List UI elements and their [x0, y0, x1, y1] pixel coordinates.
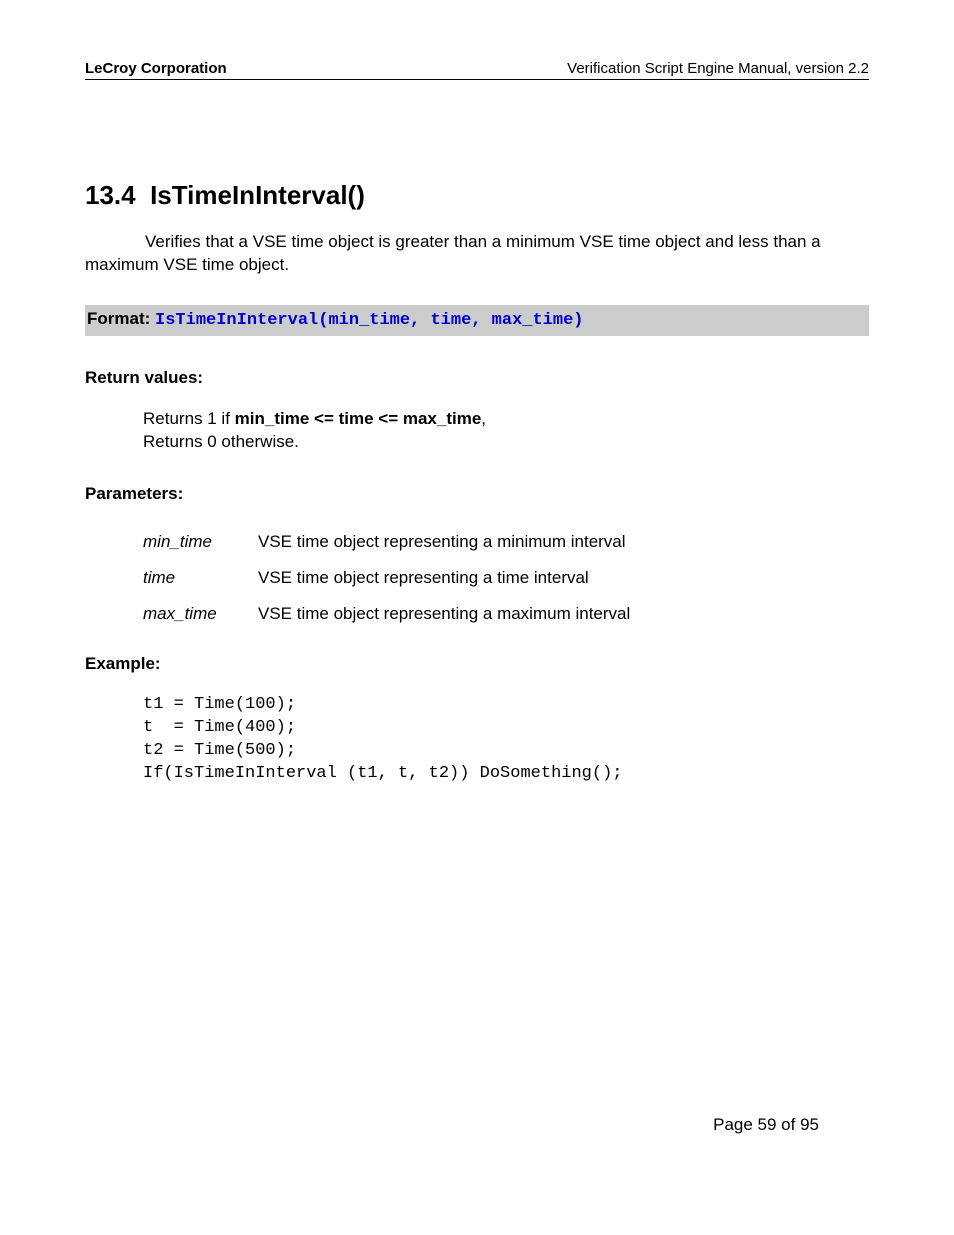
document-page: LeCroy Corporation Verification Script E… [0, 0, 954, 1235]
param-name: min_time [143, 524, 258, 560]
example-code-block: t1 = Time(100); t = Time(400); t2 = Time… [143, 694, 869, 786]
page-header: LeCroy Corporation Verification Script E… [85, 60, 869, 77]
return-values-heading: Return values: [85, 368, 869, 388]
page-footer: Page 59 of 95 [713, 1115, 819, 1135]
table-row: max_time VSE time object representing a … [143, 596, 630, 632]
header-rule [85, 79, 869, 80]
example-heading: Example: [85, 654, 869, 674]
return-values-block: Returns 1 if min_time <= time <= max_tim… [85, 408, 869, 454]
param-name: max_time [143, 596, 258, 632]
parameters-table: min_time VSE time object representing a … [143, 524, 630, 632]
section-number: 13.4 [85, 180, 136, 210]
return-line1-suffix: , [481, 409, 486, 428]
format-code: IsTimeInInterval(min_time, time, max_tim… [155, 311, 583, 330]
table-row: time VSE time object representing a time… [143, 560, 630, 596]
parameters-heading: Parameters: [85, 484, 869, 504]
param-name: time [143, 560, 258, 596]
return-line2: Returns 0 otherwise. [143, 432, 299, 451]
intro-text: Verifies that a VSE time object is great… [85, 232, 821, 274]
return-line1-condition: min_time <= time <= max_time [235, 409, 482, 428]
return-line1-prefix: Returns 1 if [143, 409, 235, 428]
format-bar: Format: IsTimeInInterval(min_time, time,… [85, 305, 869, 336]
param-desc: VSE time object representing a minimum i… [258, 524, 630, 560]
section-title-text: IsTimeInInterval() [150, 180, 365, 210]
param-desc: VSE time object representing a maximum i… [258, 596, 630, 632]
param-desc: VSE time object representing a time inte… [258, 560, 630, 596]
intro-paragraph: Verifies that a VSE time object is great… [85, 231, 869, 277]
table-row: min_time VSE time object representing a … [143, 524, 630, 560]
header-company: LeCroy Corporation [85, 60, 227, 77]
format-label: Format: [87, 309, 150, 328]
header-manual-title: Verification Script Engine Manual, versi… [567, 60, 869, 77]
section-heading: 13.4 IsTimeInInterval() [85, 180, 869, 211]
